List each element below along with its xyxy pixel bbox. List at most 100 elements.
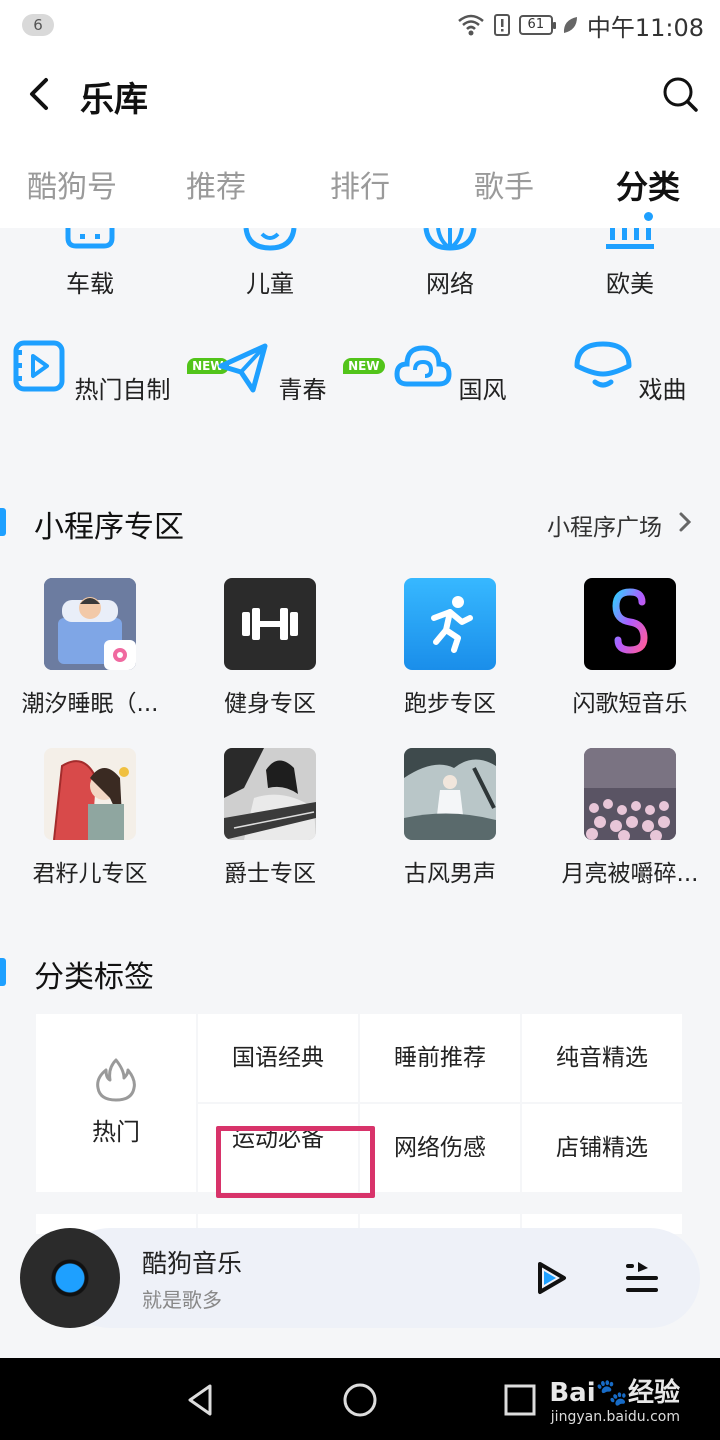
mini-program-moon[interactable]: 月亮被嚼碎...	[540, 748, 720, 888]
ancient-style-thumb	[404, 748, 496, 840]
watermark-url: jingyan.baidu.com	[550, 1409, 680, 1425]
section-accent-bar	[0, 508, 6, 536]
search-icon[interactable]	[660, 74, 700, 114]
tag-sports[interactable]: 运动必备	[198, 1104, 358, 1192]
active-tab-indicator	[644, 212, 653, 221]
fan-icon	[574, 341, 632, 388]
tab-kugou-hao[interactable]: 酷狗号	[0, 162, 144, 206]
mini-program-plaza-link[interactable]: 小程序广场	[547, 508, 662, 542]
player-subtitle: 就是歌多	[142, 1288, 222, 1312]
clock: 中午11:08	[586, 13, 704, 42]
watermark: Bai🐾经验 jingyan.baidu.com	[549, 1372, 680, 1425]
category-hot-original[interactable]: 热门自制 NEW	[0, 338, 229, 405]
play-icon[interactable]	[530, 1258, 570, 1298]
sleep-thumb	[44, 578, 136, 670]
category-label: 戏曲	[638, 376, 687, 404]
mini-program-label: 健身专区	[224, 691, 316, 717]
category-youth[interactable]: 青春 NEW	[180, 338, 385, 405]
artist-thumb	[44, 748, 136, 840]
tag-store-picks[interactable]: 店铺精选	[522, 1104, 682, 1192]
tag-bedtime[interactable]: 睡前推荐	[360, 1014, 520, 1102]
mini-program-label: 君籽儿专区	[32, 861, 148, 887]
mini-player[interactable]: 酷狗音乐 就是歌多	[20, 1228, 700, 1328]
header: 乐库	[0, 50, 720, 140]
category-label: 欧美	[606, 270, 654, 298]
section-title: 小程序专区	[34, 510, 184, 545]
mini-program-section-header: 小程序专区 小程序广场	[0, 498, 720, 548]
tag-internet-sad[interactable]: 网络伤感	[360, 1104, 520, 1192]
mini-program-jazz[interactable]: 爵士专区	[180, 748, 360, 888]
mini-program-label: 潮汐睡眠（...	[21, 691, 159, 717]
category-tags-section-header: 分类标签	[0, 948, 720, 998]
mini-program-running[interactable]: 跑步专区	[360, 578, 540, 718]
category-label-text: 青春	[278, 376, 327, 404]
globe-icon	[423, 228, 477, 251]
tag-hot[interactable]: 热门	[36, 1014, 196, 1192]
tab-ranking[interactable]: 排行	[288, 162, 432, 206]
category-opera[interactable]: 戏曲	[540, 338, 720, 405]
battery-indicator: 61	[518, 15, 556, 35]
bars-icon	[606, 228, 654, 249]
video-play-icon	[13, 340, 65, 392]
mini-program-label: 爵士专区	[224, 861, 316, 887]
watermark-brand: Bai🐾经验	[549, 1378, 680, 1408]
mini-program-label: 古风男声	[404, 861, 496, 887]
flame-icon	[96, 1058, 136, 1102]
wifi-icon	[458, 14, 484, 36]
notification-count-badge: 6	[22, 14, 54, 36]
category-label-text: 热门自制	[74, 376, 171, 404]
category-row-2: 热门自制 NEW 青春 NEW 国风 戏曲	[0, 338, 720, 478]
cloud-swirl-icon	[394, 345, 452, 387]
mini-program-ancient-male[interactable]: 古风男声	[360, 748, 540, 888]
category-children[interactable]: 儿童	[180, 228, 360, 299]
category-label: 车载	[66, 270, 114, 298]
category-internet[interactable]: 网络	[360, 228, 540, 299]
nav-back-icon[interactable]	[180, 1380, 220, 1420]
dumbbell-thumb	[224, 578, 316, 670]
runner-thumb	[404, 578, 496, 670]
mini-program-label: 闪歌短音乐	[572, 691, 688, 717]
system-nav-bar: Bai🐾经验 jingyan.baidu.com	[0, 1358, 720, 1440]
mini-program-artist[interactable]: 君籽儿专区	[0, 748, 180, 888]
mini-program-flash-song[interactable]: 闪歌短音乐	[540, 578, 720, 718]
category-label: 儿童	[246, 270, 294, 298]
mini-program-label: 跑步专区	[404, 691, 496, 717]
child-icon	[243, 228, 297, 251]
tab-bar: 酷狗号 推荐 排行 歌手 分类	[0, 140, 720, 228]
jazz-thumb	[224, 748, 316, 840]
mini-program-label: 月亮被嚼碎...	[561, 861, 699, 887]
category-label: 网络	[426, 270, 474, 298]
tab-singer[interactable]: 歌手	[432, 162, 576, 206]
back-arrow-icon[interactable]	[22, 74, 62, 114]
category-row-1: 车载 儿童 网络 欧美	[0, 228, 720, 308]
mini-program-sleep[interactable]: 潮汐睡眠（...	[0, 578, 180, 718]
alert-sim-icon	[493, 14, 510, 36]
chevron-right-icon[interactable]	[676, 510, 694, 534]
section-accent-bar	[0, 958, 6, 986]
nav-home-icon[interactable]	[340, 1380, 380, 1420]
category-western[interactable]: 欧美	[540, 228, 720, 299]
tag-pure-music[interactable]: 纯音精选	[522, 1014, 682, 1102]
car-icon	[65, 228, 115, 249]
tab-category[interactable]: 分类	[576, 162, 720, 208]
leaf-icon	[563, 17, 577, 33]
status-icons: 61 中午11:08	[457, 10, 704, 42]
paper-plane-icon	[218, 343, 268, 393]
page-title: 乐库	[80, 80, 148, 120]
vinyl-disc-icon[interactable]	[20, 1228, 120, 1328]
tab-recommend[interactable]: 推荐	[144, 162, 288, 206]
category-chinese-style[interactable]: 国风	[360, 338, 540, 405]
category-label: 热门自制 NEW	[74, 358, 229, 405]
player-title: 酷狗音乐	[142, 1249, 243, 1278]
mini-program-fitness[interactable]: 健身专区	[180, 578, 360, 718]
tag-hot-label: 热门	[92, 1118, 140, 1146]
flowers-thumb	[584, 748, 676, 840]
tag-mandarin-classics[interactable]: 国语经典	[198, 1014, 358, 1102]
section-title: 分类标签	[34, 960, 154, 995]
tag-grid: 热门 国语经典 睡前推荐 纯音精选 运动必备 网络伤感 店铺精选	[36, 1014, 682, 1194]
category-label: 青春 NEW	[278, 358, 385, 405]
nav-recents-icon[interactable]	[500, 1380, 540, 1420]
flash-song-thumb	[584, 578, 676, 670]
category-car[interactable]: 车载	[0, 228, 180, 299]
playlist-icon[interactable]	[622, 1258, 662, 1298]
